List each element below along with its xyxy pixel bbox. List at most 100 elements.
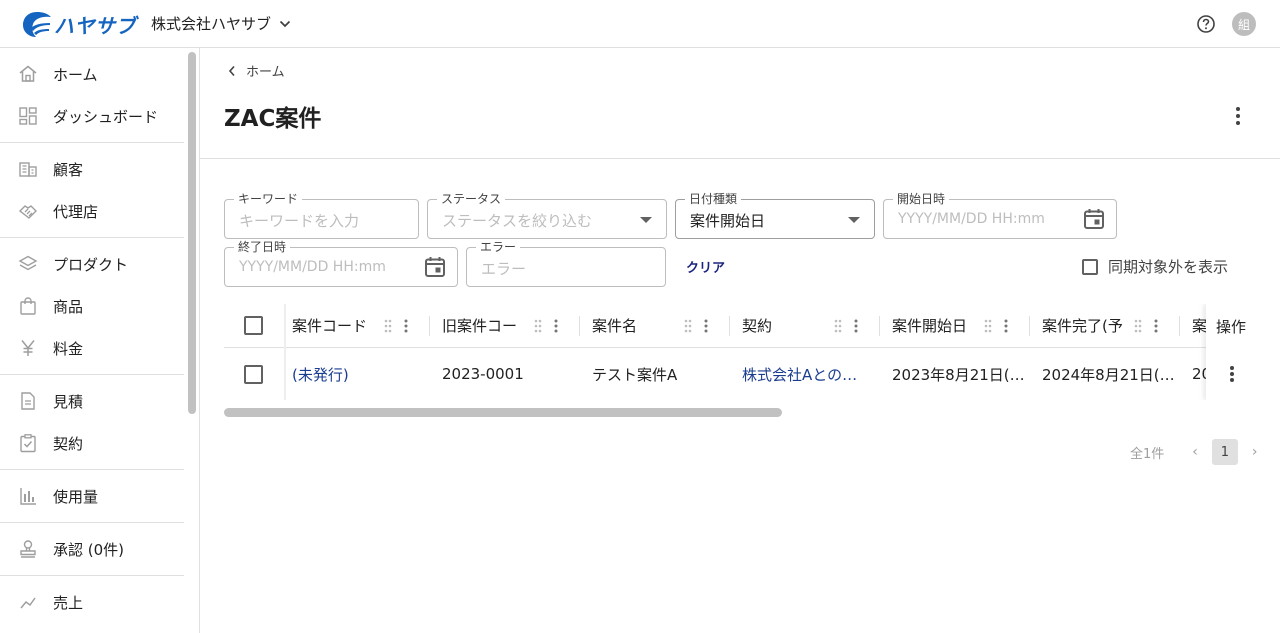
next-page-button[interactable]: ›: [1252, 444, 1258, 460]
status-select[interactable]: ステータス ステータスを絞り込む: [427, 192, 667, 239]
main-content: ホーム ZAC案件 キーワード キーワードを入力 ステータス ステータスを絞り込…: [200, 48, 1280, 633]
drag-handle-icon[interactable]: [834, 319, 842, 333]
column-menu-icon[interactable]: [554, 319, 558, 333]
help-icon[interactable]: [1196, 14, 1216, 34]
breadcrumb[interactable]: ホーム: [228, 61, 285, 80]
dropdown-caret-icon: [640, 217, 652, 223]
sidebar-group-6: 承認 (0件): [0, 523, 184, 576]
col-header-case-completion[interactable]: 案件完了(予: [1042, 304, 1132, 347]
cell-old-case-code: 2023-0001: [442, 365, 524, 383]
prev-page-button[interactable]: ‹: [1192, 444, 1198, 460]
sidebar-group-5: 使用量: [0, 470, 184, 523]
sidebar-item-home[interactable]: ホーム: [0, 53, 184, 95]
col-header-case-name[interactable]: 案件名: [592, 304, 682, 347]
col-header-case-start-date[interactable]: 案件開始日: [892, 304, 982, 347]
cell-case-code[interactable]: (未発行): [292, 348, 422, 400]
keyword-field[interactable]: キーワード キーワードを入力: [224, 192, 419, 239]
sidebar-item-usage[interactable]: 使用量: [0, 475, 184, 517]
drag-handle-icon[interactable]: [984, 319, 992, 333]
company-switcher[interactable]: 株式会社ハヤサブ: [151, 13, 291, 34]
cell-truncated: 20: [1192, 365, 1206, 383]
handshake-icon: [18, 205, 37, 219]
sidebar-group-7: 売上: [0, 576, 184, 628]
calendar-icon[interactable]: [1083, 208, 1105, 230]
logo[interactable]: ハヤサブ: [22, 9, 136, 39]
column-menu-icon[interactable]: [854, 319, 858, 333]
bar-chart-icon: [20, 488, 36, 505]
column-separator[interactable]: [1029, 316, 1030, 336]
column-separator[interactable]: [1179, 316, 1180, 336]
col-header-case-code[interactable]: 案件コード: [292, 304, 382, 347]
drag-handle-icon[interactable]: [1134, 319, 1142, 333]
select-all-cell: [244, 304, 266, 347]
drag-handle-icon[interactable]: [684, 319, 692, 333]
sidebar-group-4: 見積 契約: [0, 375, 184, 470]
sidebar-item-customers[interactable]: 顧客: [0, 148, 184, 190]
end-datetime-field[interactable]: 終了日時 YYYY/MM/DD HH:mm: [224, 240, 458, 287]
col-header-truncated[interactable]: 案: [1192, 304, 1206, 347]
table-header-row: 案件コード 旧案件コー 案件名 契約 案件開始日 案件完了(予 案: [224, 304, 1256, 348]
sidebar-item-agencies[interactable]: 代理店: [0, 190, 184, 232]
column-menu-icon[interactable]: [1004, 319, 1008, 333]
more-vert-icon[interactable]: [1228, 104, 1248, 128]
title-divider: [200, 158, 1280, 159]
sidebar-item-quotes[interactable]: 見積: [0, 380, 184, 422]
cell-case-start-date: 2023年8月21日(…: [892, 365, 1024, 384]
building-icon: [19, 162, 37, 177]
row-checkbox[interactable]: [244, 364, 263, 384]
dropdown-caret-icon: [848, 217, 860, 223]
cell-contract[interactable]: 株式会社Aとの…: [742, 348, 872, 400]
column-menu-icon[interactable]: [704, 319, 708, 333]
date-type-select[interactable]: 日付種類 案件開始日: [675, 192, 875, 239]
sidebar-item-products[interactable]: プロダクト: [0, 243, 184, 285]
row-actions-icon[interactable]: [1229, 365, 1235, 383]
avatar[interactable]: 組: [1232, 12, 1256, 36]
select-all-checkbox[interactable]: [244, 316, 263, 335]
breadcrumb-home[interactable]: ホーム: [246, 61, 285, 80]
sidebar-item-sales[interactable]: 売上: [0, 581, 184, 623]
table-row[interactable]: (未発行) 2023-0001 テスト案件A 株式会社Aとの… 2023年8月2…: [224, 348, 1256, 400]
falcon-logo-icon: [23, 12, 51, 37]
sidebar-item-approvals[interactable]: 承認 (0件): [0, 528, 184, 570]
pagination: 全1件 ‹ 1 ›: [1130, 439, 1266, 465]
column-separator[interactable]: [579, 316, 580, 336]
sidebar-scrollbar[interactable]: [188, 52, 196, 414]
sticky-column-divider: [284, 304, 286, 400]
page-1-button[interactable]: 1: [1211, 439, 1238, 465]
column-menu-icon[interactable]: [404, 319, 408, 333]
yen-icon: [21, 340, 35, 356]
chevron-left-icon: [228, 65, 235, 76]
sidebar-item-contracts[interactable]: 契約: [0, 422, 184, 464]
keyword-input[interactable]: キーワードを入力: [239, 210, 359, 231]
sidebar-group-1: ホーム ダッシュボード: [0, 48, 184, 143]
col-header-old-case-code[interactable]: 旧案件コー: [442, 304, 532, 347]
drag-handle-icon[interactable]: [384, 319, 392, 333]
show-excluded-option[interactable]: 同期対象外を表示: [1082, 256, 1228, 277]
column-separator[interactable]: [729, 316, 730, 336]
bag-icon: [20, 297, 36, 315]
home-icon: [19, 65, 37, 82]
chevron-down-icon: [279, 20, 291, 27]
logo-text: ハヤサブ: [54, 13, 136, 38]
sidebar-item-pricing[interactable]: 料金: [0, 327, 184, 369]
app-header: ハヤサブ 株式会社ハヤサブ 組: [0, 0, 1280, 48]
error-field[interactable]: エラー エラー: [466, 240, 666, 287]
column-separator[interactable]: [429, 316, 430, 336]
column-menu-icon[interactable]: [1154, 319, 1158, 333]
actions-column: 操作: [1206, 304, 1256, 400]
dashboard-icon: [19, 107, 37, 125]
clear-button[interactable]: クリア: [686, 257, 725, 276]
table-horizontal-scrollbar[interactable]: [224, 408, 782, 417]
sidebar-item-dashboard[interactable]: ダッシュボード: [0, 95, 184, 137]
start-datetime-field[interactable]: 開始日時 YYYY/MM/DD HH:mm: [883, 192, 1117, 239]
calendar-icon[interactable]: [424, 256, 446, 278]
sidebar-group-3: プロダクト 商品 料金: [0, 238, 184, 375]
sidebar-item-items[interactable]: 商品: [0, 285, 184, 327]
column-separator[interactable]: [879, 316, 880, 336]
sidebar-group-2: 顧客 代理店: [0, 143, 184, 238]
sales-icon: [20, 597, 36, 609]
col-header-contract[interactable]: 契約: [742, 304, 832, 347]
show-excluded-checkbox[interactable]: [1082, 258, 1098, 275]
drag-handle-icon[interactable]: [534, 319, 542, 333]
layers-icon: [18, 255, 38, 271]
